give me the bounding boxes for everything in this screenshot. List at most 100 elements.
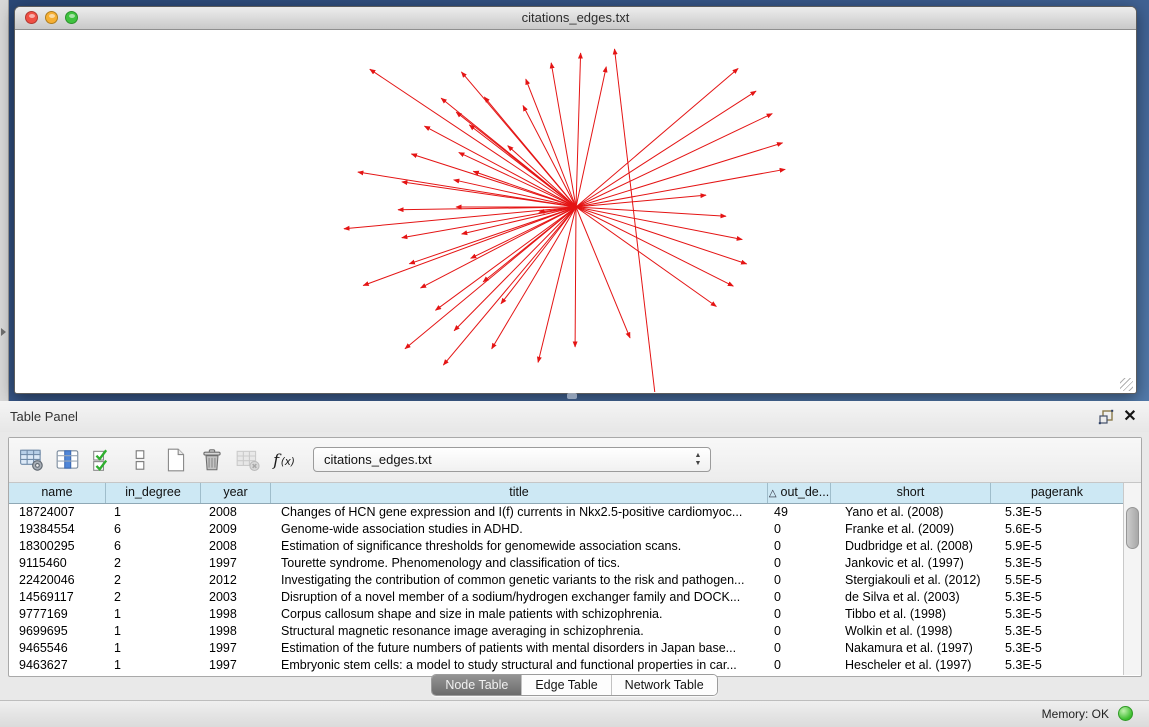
tab-network-table[interactable]: Network Table: [611, 675, 717, 695]
table-cell[interactable]: Structural magnetic resonance image aver…: [271, 623, 768, 640]
column-header-year[interactable]: year: [201, 483, 271, 503]
table-cell[interactable]: 5.3E-5: [991, 606, 1124, 623]
table-cell[interactable]: Dudbridge et al. (2008): [831, 538, 991, 555]
table-cell[interactable]: 0: [768, 589, 831, 606]
table-cell[interactable]: 18300295: [9, 538, 106, 555]
table-cell[interactable]: Franke et al. (2009): [831, 521, 991, 538]
table-cell[interactable]: 5.9E-5: [991, 538, 1124, 555]
column-header-in_degree[interactable]: in_degree: [106, 483, 201, 503]
close-panel-icon[interactable]: ✕: [1121, 408, 1139, 426]
table-cell[interactable]: Yano et al. (2008): [831, 504, 991, 521]
table-cell[interactable]: 19384554: [9, 521, 106, 538]
table-vertical-scrollbar[interactable]: [1123, 483, 1141, 675]
show-columns-icon[interactable]: [55, 447, 81, 473]
table-cell[interactable]: Estimation of the future numbers of pati…: [271, 640, 768, 657]
table-row[interactable]: 2242004622012Investigating the contribut…: [9, 572, 1124, 589]
tab-node-table[interactable]: Node Table: [432, 675, 521, 695]
table-cell[interactable]: 9777169: [9, 606, 106, 623]
table-cell[interactable]: 1: [106, 640, 201, 657]
tab-edge-table[interactable]: Edge Table: [521, 675, 610, 695]
table-cell[interactable]: 2008: [201, 504, 271, 521]
table-row[interactable]: 946554611997Estimation of the future num…: [9, 640, 1124, 657]
table-cell[interactable]: 5.3E-5: [991, 504, 1124, 521]
table-cell[interactable]: 1997: [201, 640, 271, 657]
table-row[interactable]: 911546021997Tourette syndrome. Phenomeno…: [9, 555, 1124, 572]
table-cell[interactable]: 5.3E-5: [991, 623, 1124, 640]
column-settings-icon[interactable]: [19, 447, 45, 473]
scrollbar-thumb[interactable]: [1126, 507, 1139, 549]
table-cell[interactable]: 2012: [201, 572, 271, 589]
column-header-name[interactable]: name: [9, 483, 106, 503]
table-cell[interactable]: 6: [106, 538, 201, 555]
table-cell[interactable]: 0: [768, 538, 831, 555]
table-cell[interactable]: 5.6E-5: [991, 521, 1124, 538]
table-row[interactable]: 1830029562008Estimation of significance …: [9, 538, 1124, 555]
panel-expand-arrow-icon[interactable]: [1, 328, 6, 336]
table-cell[interactable]: 5.3E-5: [991, 657, 1124, 674]
table-cell[interactable]: 0: [768, 606, 831, 623]
table-selector-dropdown[interactable]: citations_edges.txt▲▼: [313, 447, 711, 472]
network-window[interactable]: citations_edges.txt: [14, 6, 1137, 394]
table-cell[interactable]: 2003: [201, 589, 271, 606]
table-cell[interactable]: Genome-wide association studies in ADHD.: [271, 521, 768, 538]
table-row[interactable]: 977716911998Corpus callosum shape and si…: [9, 606, 1124, 623]
column-header-pagerank[interactable]: pagerank: [991, 483, 1124, 503]
table-cell[interactable]: 0: [768, 555, 831, 572]
table-cell[interactable]: 5.5E-5: [991, 572, 1124, 589]
table-cell[interactable]: 2009: [201, 521, 271, 538]
new-column-icon[interactable]: [163, 447, 189, 473]
table-cell[interactable]: Tourette syndrome. Phenomenology and cla…: [271, 555, 768, 572]
table-cell[interactable]: 0: [768, 572, 831, 589]
network-canvas[interactable]: [15, 30, 1134, 392]
network-window-titlebar[interactable]: citations_edges.txt: [15, 7, 1136, 30]
table-cell[interactable]: 14569117: [9, 589, 106, 606]
table-cell[interactable]: Tibbo et al. (1998): [831, 606, 991, 623]
table-cell[interactable]: de Silva et al. (2003): [831, 589, 991, 606]
table-row[interactable]: 969969511998Structural magnetic resonanc…: [9, 623, 1124, 640]
table-cell[interactable]: 9465546: [9, 640, 106, 657]
citation-network-graph[interactable]: [15, 30, 1134, 392]
table-cell[interactable]: Wolkin et al. (1998): [831, 623, 991, 640]
delete-column-icon[interactable]: [199, 447, 225, 473]
table-cell[interactable]: Investigating the contribution of common…: [271, 572, 768, 589]
table-cell[interactable]: 9699695: [9, 623, 106, 640]
function-builder-icon[interactable]: [271, 447, 297, 473]
table-cell[interactable]: 0: [768, 657, 831, 674]
dropdown-stepper-icon[interactable]: ▲▼: [693, 452, 703, 468]
panel-splitter-handle[interactable]: [567, 393, 577, 399]
table-cell[interactable]: 1: [106, 657, 201, 674]
table-cell[interactable]: 9115460: [9, 555, 106, 572]
table-cell[interactable]: 0: [768, 640, 831, 657]
table-cell[interactable]: Stergiakouli et al. (2012): [831, 572, 991, 589]
table-cell[interactable]: 5.3E-5: [991, 640, 1124, 657]
table-cell[interactable]: Jankovic et al. (1997): [831, 555, 991, 572]
table-cell[interactable]: 2: [106, 589, 201, 606]
table-cell[interactable]: 1998: [201, 606, 271, 623]
table-cell[interactable]: 0: [768, 623, 831, 640]
select-all-rows-icon[interactable]: [91, 447, 117, 473]
table-cell[interactable]: Estimation of significance thresholds fo…: [271, 538, 768, 555]
table-cell[interactable]: 18724007: [9, 504, 106, 521]
table-cell[interactable]: Changes of HCN gene expression and I(f) …: [271, 504, 768, 521]
table-row[interactable]: 946362711997Embryonic stem cells: a mode…: [9, 657, 1124, 674]
table-cell[interactable]: 0: [768, 521, 831, 538]
panel-collapse-strip[interactable]: [0, 0, 9, 401]
table-row[interactable]: 1938455462009Genome-wide association stu…: [9, 521, 1124, 538]
table-cell[interactable]: 2: [106, 555, 201, 572]
column-header-out_de[interactable]: △out_de...: [768, 483, 831, 503]
table-cell[interactable]: 1997: [201, 555, 271, 572]
minimize-window-button[interactable]: [45, 11, 58, 24]
table-cell[interactable]: Nakamura et al. (1997): [831, 640, 991, 657]
table-cell[interactable]: 1: [106, 606, 201, 623]
table-cell[interactable]: 1997: [201, 657, 271, 674]
table-cell[interactable]: 1: [106, 504, 201, 521]
table-cell[interactable]: Embryonic stem cells: a model to study s…: [271, 657, 768, 674]
table-cell[interactable]: 2: [106, 572, 201, 589]
float-panel-icon[interactable]: [1097, 408, 1115, 426]
window-resize-grip[interactable]: [1120, 378, 1133, 391]
table-cell[interactable]: Hescheler et al. (1997): [831, 657, 991, 674]
table-cell[interactable]: 6: [106, 521, 201, 538]
column-header-short[interactable]: short: [831, 483, 991, 503]
zoom-window-button[interactable]: [65, 11, 78, 24]
table-cell[interactable]: 49: [768, 504, 831, 521]
